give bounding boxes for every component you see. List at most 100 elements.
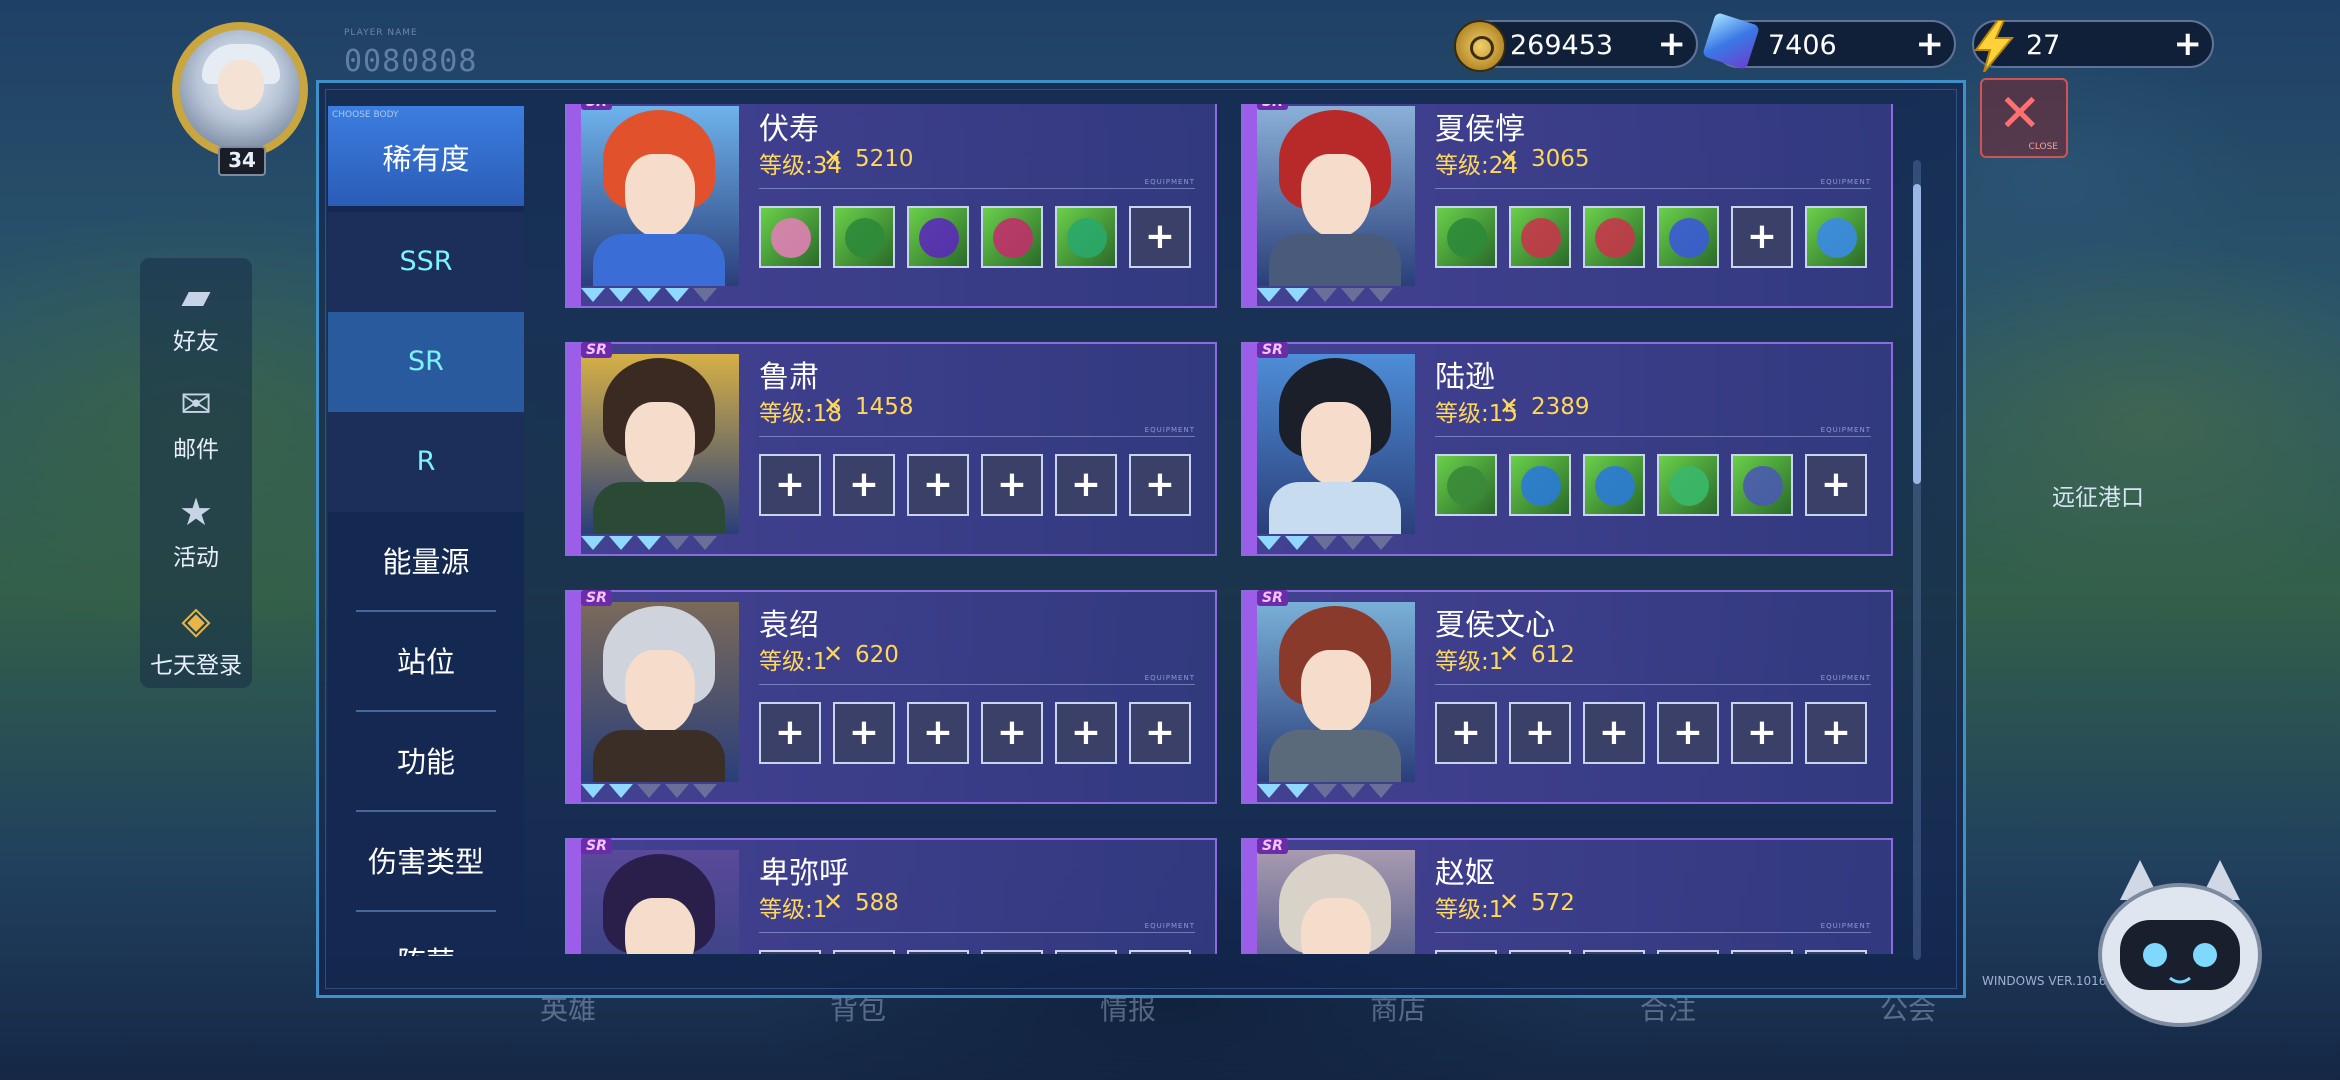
rarity-tab-ssr[interactable]: SSR	[328, 212, 524, 312]
equipment-slot[interactable]: +	[759, 702, 821, 764]
filter-damage-type[interactable]: 伤害类型	[356, 812, 496, 912]
hero-card[interactable]: SR伏寿等级:34✕5210EQUIPMENT+	[565, 104, 1217, 308]
events-shortcut[interactable]: ★ 活动	[140, 492, 252, 572]
equipment-slot[interactable]: +	[1055, 950, 1117, 954]
equipment-slot[interactable]	[981, 206, 1043, 268]
equipment-slot[interactable]	[1509, 206, 1571, 268]
equipment-slot[interactable]	[1055, 206, 1117, 268]
equipment-slot[interactable]	[1583, 454, 1645, 516]
equipment-slot[interactable]: +	[907, 702, 969, 764]
rarity-tab-sr[interactable]: SR	[328, 312, 524, 412]
equipment-slot[interactable]: +	[1055, 702, 1117, 764]
friends-shortcut[interactable]: ▰ 好友	[140, 276, 252, 356]
filter-energy-source[interactable]: 能量源	[356, 512, 496, 612]
equipment-slot[interactable]	[1583, 206, 1645, 268]
equipment-slot[interactable]: +	[1805, 702, 1867, 764]
equipment-slot[interactable]: +	[1509, 702, 1571, 764]
equipment-slot[interactable]: +	[907, 454, 969, 516]
equipment-slot[interactable]: +	[1435, 702, 1497, 764]
hero-card[interactable]: SR夏侯惇等级:24✕3065EQUIPMENT+	[1241, 104, 1893, 308]
login-reward-shortcut[interactable]: ◈ 七天登录	[140, 600, 252, 680]
equipment-slot[interactable]: +	[833, 702, 895, 764]
equipment-slot[interactable]: +	[1731, 702, 1793, 764]
filter-menu: CHOOSE BODY 稀有度 SSR SR R 能量源 站位 功能 伤害类型 …	[328, 106, 524, 956]
equipment-slot[interactable]	[907, 206, 969, 268]
equipment-slot[interactable]: +	[1129, 702, 1191, 764]
friends-icon: ▰	[181, 274, 211, 318]
star-icon	[693, 288, 717, 302]
portrait-body	[593, 234, 725, 286]
equipment-slot[interactable]	[833, 206, 895, 268]
gold-amount: 269453	[1510, 30, 1614, 61]
rarity-tab-r[interactable]: R	[328, 412, 524, 512]
equipment-slot[interactable]: +	[907, 950, 969, 954]
star-icon	[637, 536, 661, 550]
equipment-slot[interactable]: +	[1129, 950, 1191, 954]
portrait-face	[1301, 154, 1371, 238]
equipment-slot[interactable]: +	[1805, 950, 1867, 954]
equipment-slot[interactable]: +	[981, 454, 1043, 516]
equipment-slot[interactable]: +	[981, 702, 1043, 764]
player-id: 0080808	[344, 44, 478, 79]
equipment-slot[interactable]: +	[981, 950, 1043, 954]
robot-mascot-icon[interactable]	[2080, 860, 2280, 1040]
card-divider	[1435, 188, 1871, 189]
hero-card[interactable]: SR 夏侯文心 等级:1 ✕ 612 EQUIPMENT + + + + + +	[1241, 590, 1893, 804]
hero-card[interactable]: SR 赵妪等级:1✕ 572 EQUIPMENT + + + + + +	[1241, 838, 1893, 954]
equipment-slot[interactable]: +	[1583, 950, 1645, 954]
add-energy-button[interactable]: +	[2174, 27, 2203, 61]
star-icon	[1313, 288, 1337, 302]
filter-position[interactable]: 站位	[356, 612, 496, 712]
equipment-slot[interactable]	[1805, 206, 1867, 268]
equipment-slot[interactable]: +	[1731, 950, 1793, 954]
login-reward-label: 七天登录	[150, 653, 242, 679]
equipment-slot[interactable]: +	[1055, 454, 1117, 516]
filter-faction[interactable]: 阵营	[356, 912, 496, 956]
equipment-slot[interactable]: +	[1129, 454, 1191, 516]
friends-label: 好友	[173, 329, 219, 355]
equipment-item-icon	[1595, 218, 1635, 258]
hero-list-scrollbar[interactable]	[1913, 160, 1921, 960]
equipment-slot[interactable]: +	[1657, 950, 1719, 954]
add-gold-button[interactable]: +	[1658, 27, 1687, 61]
equipment-slot[interactable]	[1657, 206, 1719, 268]
close-button[interactable]: ✕ CLOSE	[1980, 78, 2068, 158]
hero-level: 等级:1	[759, 897, 828, 923]
equipment-slot[interactable]: +	[1435, 950, 1497, 954]
hero-card[interactable]: SR 鲁肃 等级:18 ✕ 1458 EQUIPMENT + + + + + +	[565, 342, 1217, 556]
equipment-slot[interactable]: +	[1731, 206, 1793, 268]
equipment-item-icon	[1447, 466, 1487, 506]
equipment-slot[interactable]: +	[1805, 454, 1867, 516]
filter-function[interactable]: 功能	[356, 712, 496, 812]
equipment-slot[interactable]: +	[1129, 206, 1191, 268]
equipment-slot[interactable]	[1657, 454, 1719, 516]
equipment-slot[interactable]: +	[833, 950, 895, 954]
scrollbar-thumb[interactable]	[1913, 184, 1921, 484]
hero-card[interactable]: SR 袁绍 等级:1 ✕ 620 EQUIPMENT + + + + + +	[565, 590, 1217, 804]
mail-label: 邮件	[173, 437, 219, 463]
equipment-slot[interactable]	[1435, 454, 1497, 516]
equipment-item-icon	[845, 218, 885, 258]
portrait-body	[1269, 234, 1401, 286]
equipment-slot[interactable]: +	[759, 950, 821, 954]
card-divider	[1435, 932, 1871, 933]
equipment-slot[interactable]: +	[833, 454, 895, 516]
add-crystal-button[interactable]: +	[1916, 27, 1945, 61]
crossed-swords-icon: ✕	[823, 392, 844, 420]
equipment-slot[interactable]: +	[1509, 950, 1571, 954]
equipment-slot[interactable]	[1731, 454, 1793, 516]
equipment-slot[interactable]: +	[759, 454, 821, 516]
filter-rarity-header[interactable]: CHOOSE BODY 稀有度	[328, 106, 524, 206]
hero-card[interactable]: SR 卑弥呼等级:1✕ 588 EQUIPMENT + + + + + +	[565, 838, 1217, 954]
mail-shortcut[interactable]: ✉ 邮件	[140, 384, 252, 464]
add-equipment-icon: +	[1598, 712, 1630, 753]
hero-name: 陆逊	[1435, 360, 1495, 395]
equipment-slot[interactable]	[759, 206, 821, 268]
equipment-slot[interactable]	[1435, 206, 1497, 268]
player-avatar[interactable]	[172, 22, 308, 158]
hero-card[interactable]: SR 陆逊 等级:15 ✕ 2389 EQUIPMENT +	[1241, 342, 1893, 556]
equipment-slot[interactable]: +	[1657, 702, 1719, 764]
star-icon	[1369, 784, 1393, 798]
equipment-slot[interactable]: +	[1583, 702, 1645, 764]
equipment-slot[interactable]	[1509, 454, 1571, 516]
